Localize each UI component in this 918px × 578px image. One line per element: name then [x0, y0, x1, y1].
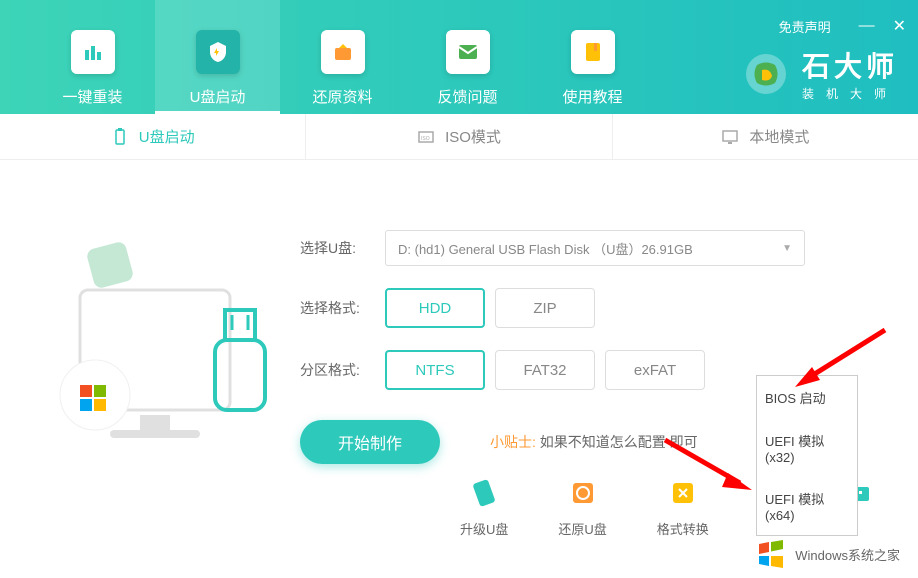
tip-label: 小贴士:	[490, 434, 536, 450]
mode-usb[interactable]: U盘启动	[0, 114, 305, 159]
nav-tutorial[interactable]: 使用教程	[530, 0, 655, 114]
nav-feedback[interactable]: 反馈问题	[405, 0, 530, 114]
nav-label: 还原资料	[312, 86, 372, 107]
svg-text:ISO: ISO	[421, 136, 430, 142]
nav-restore[interactable]: 还原资料	[280, 0, 405, 114]
upgrade-icon	[468, 477, 500, 509]
window-controls: 免责声明 — ✕	[779, 16, 906, 36]
format-hdd[interactable]: HDD	[385, 288, 485, 328]
tool-label: 还原U盘	[558, 519, 606, 538]
partition-options: NTFS FAT32 exFAT	[385, 350, 705, 390]
close-button[interactable]: ✕	[893, 16, 906, 36]
partition-ntfs[interactable]: NTFS	[385, 350, 485, 390]
tool-restore[interactable]: 还原U盘	[558, 477, 606, 538]
format-zip[interactable]: ZIP	[495, 288, 595, 328]
header-bar: 免责声明 — ✕ 一键重装 U盘启动 还原资料 反馈问题	[0, 0, 918, 114]
minimize-button[interactable]: —	[859, 17, 875, 35]
feedback-icon	[446, 30, 490, 74]
disk-row: 选择U盘: D: (hd1) General USB Flash Disk （U…	[300, 230, 878, 266]
tip-text: 小贴士: 如果不知道怎么配置 即可	[490, 432, 698, 452]
windows-icon	[755, 538, 787, 570]
restore-usb-icon	[567, 477, 599, 509]
mode-label: U盘启动	[139, 126, 195, 147]
tool-label: 格式转换	[657, 519, 709, 538]
boot-uefi-x32[interactable]: UEFI 模拟(x32)	[757, 419, 857, 477]
boot-uefi-x64[interactable]: UEFI 模拟(x64)	[757, 477, 857, 535]
logo: 石大师 装机大师	[742, 45, 898, 102]
chevron-down-icon: ▼	[782, 243, 792, 254]
tip-content: 如果不知道怎么配置 即可	[540, 434, 698, 450]
watermark-text: Windows系统之家	[795, 545, 900, 564]
illustration	[40, 190, 270, 470]
start-button[interactable]: 开始制作	[300, 420, 440, 464]
format-row: 选择格式: HDD ZIP	[300, 288, 878, 328]
nav-label: 反馈问题	[437, 86, 497, 107]
nav-reinstall[interactable]: 一键重装	[30, 0, 155, 114]
mode-iso[interactable]: ISO ISO模式	[305, 114, 611, 159]
logo-icon	[742, 50, 790, 98]
mode-label: ISO模式	[445, 126, 501, 147]
partition-label: 分区格式:	[300, 360, 385, 380]
mode-local[interactable]: 本地模式	[612, 114, 918, 159]
disk-dropdown[interactable]: D: (hd1) General USB Flash Disk （U盘）26.9…	[385, 230, 805, 266]
partition-fat32[interactable]: FAT32	[495, 350, 595, 390]
logo-subtitle: 装机大师	[802, 85, 898, 102]
logo-title: 石大师	[802, 45, 898, 85]
mode-tabs: U盘启动 ISO ISO模式 本地模式	[0, 114, 918, 160]
nav-label: U盘启动	[190, 86, 246, 107]
restore-icon	[321, 30, 365, 74]
monitor-icon	[721, 128, 739, 146]
boot-bios[interactable]: BIOS 启动	[757, 376, 857, 419]
nav-label: 一键重装	[62, 86, 122, 107]
nav-label: 使用教程	[562, 86, 622, 107]
boot-menu-dropdown: BIOS 启动 UEFI 模拟(x32) UEFI 模拟(x64)	[756, 375, 858, 536]
usb-icon	[111, 128, 129, 146]
main-nav: 一键重装 U盘启动 还原资料 反馈问题 使用教程	[0, 0, 655, 114]
bars-icon	[71, 30, 115, 74]
tutorial-icon	[571, 30, 615, 74]
iso-icon: ISO	[417, 128, 435, 146]
disk-label: 选择U盘:	[300, 238, 385, 258]
watermark: Windows系统之家	[755, 538, 900, 570]
tool-convert[interactable]: 格式转换	[657, 477, 709, 538]
usb-shield-icon	[196, 30, 240, 74]
mode-label: 本地模式	[749, 126, 809, 147]
tool-upgrade[interactable]: 升级U盘	[460, 477, 508, 538]
format-label: 选择格式:	[300, 298, 385, 318]
format-options: HDD ZIP	[385, 288, 595, 328]
convert-icon	[667, 477, 699, 509]
disk-value: D: (hd1) General USB Flash Disk （U盘）26.9…	[398, 239, 693, 258]
nav-usb-boot[interactable]: U盘启动	[155, 0, 280, 114]
disclaimer-link[interactable]: 免责声明	[779, 17, 831, 36]
tool-label: 升级U盘	[460, 519, 508, 538]
partition-exfat[interactable]: exFAT	[605, 350, 705, 390]
